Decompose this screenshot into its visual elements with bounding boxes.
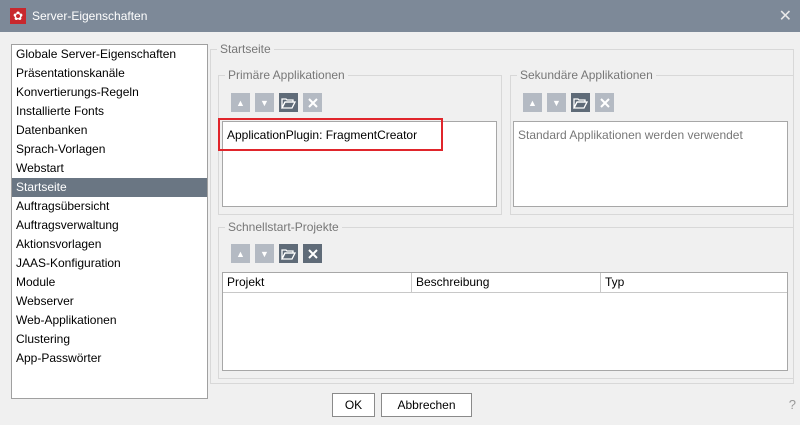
sidebar-item-jaas-konfiguration[interactable]: JAAS-Konfiguration (12, 254, 207, 273)
table-header: Projekt Beschreibung Typ (223, 273, 787, 293)
gear-icon: ✿ (10, 8, 26, 24)
folder-open-icon (573, 97, 588, 109)
sidebar-item-aktionsvorlagen[interactable]: Aktionsvorlagen (12, 235, 207, 254)
startseite-group-title: Startseite (220, 42, 271, 56)
move-up-button[interactable]: ▲ (523, 93, 542, 112)
sidebar-item-auftragsuebersicht[interactable]: Auftragsübersicht (12, 197, 207, 216)
sidebar-item-sprach-vorlagen[interactable]: Sprach-Vorlagen (12, 140, 207, 159)
open-folder-button[interactable] (279, 244, 298, 263)
highlight-box (218, 118, 443, 151)
sidebar-item-installierte-fonts[interactable]: Installierte Fonts (12, 102, 207, 121)
primary-apps-toolbar: ▲ ▼ (231, 93, 322, 112)
move-up-button[interactable]: ▲ (231, 244, 250, 263)
sidebar-item-globale-server-eigenschaften[interactable]: Globale Server-Eigenschaften (12, 45, 207, 64)
cancel-button[interactable]: Abbrechen (381, 393, 472, 417)
secondary-apps-list[interactable]: Standard Applikationen werden verwendet (513, 121, 788, 207)
quickstart-toolbar: ▲ ▼ (231, 244, 322, 263)
column-header-projekt[interactable]: Projekt (223, 273, 412, 292)
column-header-typ[interactable]: Typ (601, 273, 787, 292)
primary-apps-title: Primäre Applikationen (228, 68, 345, 82)
sidebar-item-web-applikationen[interactable]: Web-Applikationen (12, 311, 207, 330)
help-icon[interactable]: ? (789, 397, 796, 412)
list-item: Standard Applikationen werden verwendet (518, 128, 743, 142)
quickstart-title: Schnellstart-Projekte (228, 220, 339, 234)
close-icon[interactable]: ✕ (779, 6, 792, 26)
column-header-beschreibung[interactable]: Beschreibung (412, 273, 601, 292)
folder-open-icon (281, 97, 296, 109)
title-bar: ✿ Server-Eigenschaften ✕ (0, 0, 800, 32)
sidebar-item-auftragsverwaltung[interactable]: Auftragsverwaltung (12, 216, 207, 235)
move-down-button[interactable]: ▼ (255, 244, 274, 263)
remove-button[interactable] (303, 93, 322, 112)
sidebar-item-konvertierungs-regeln[interactable]: Konvertierungs-Regeln (12, 83, 207, 102)
move-down-button[interactable]: ▼ (547, 93, 566, 112)
move-down-button[interactable]: ▼ (255, 93, 274, 112)
sidebar-item-praesentationskanaele[interactable]: Präsentationskanäle (12, 64, 207, 83)
window-title: Server-Eigenschaften (32, 9, 148, 23)
close-icon (599, 97, 610, 108)
open-folder-button[interactable] (571, 93, 590, 112)
sidebar-item-startseite[interactable]: Startseite (12, 178, 207, 197)
sidebar-item-module[interactable]: Module (12, 273, 207, 292)
sidebar-item-webserver[interactable]: Webserver (12, 292, 207, 311)
close-icon (307, 248, 318, 259)
sidebar-item-clustering[interactable]: Clustering (12, 330, 207, 349)
secondary-apps-toolbar: ▲ ▼ (523, 93, 614, 112)
sidebar-item-webstart[interactable]: Webstart (12, 159, 207, 178)
close-icon (307, 97, 318, 108)
remove-button[interactable] (303, 244, 322, 263)
folder-open-icon (281, 248, 296, 260)
sidebar-item-datenbanken[interactable]: Datenbanken (12, 121, 207, 140)
secondary-apps-title: Sekundäre Applikationen (520, 68, 653, 82)
ok-button[interactable]: OK (332, 393, 375, 417)
remove-button[interactable] (595, 93, 614, 112)
quickstart-table[interactable]: Projekt Beschreibung Typ (222, 272, 788, 371)
move-up-button[interactable]: ▲ (231, 93, 250, 112)
open-folder-button[interactable] (279, 93, 298, 112)
sidebar-list: Globale Server-Eigenschaften Präsentatio… (11, 44, 208, 399)
sidebar-item-app-passwoerter[interactable]: App-Passwörter (12, 349, 207, 368)
